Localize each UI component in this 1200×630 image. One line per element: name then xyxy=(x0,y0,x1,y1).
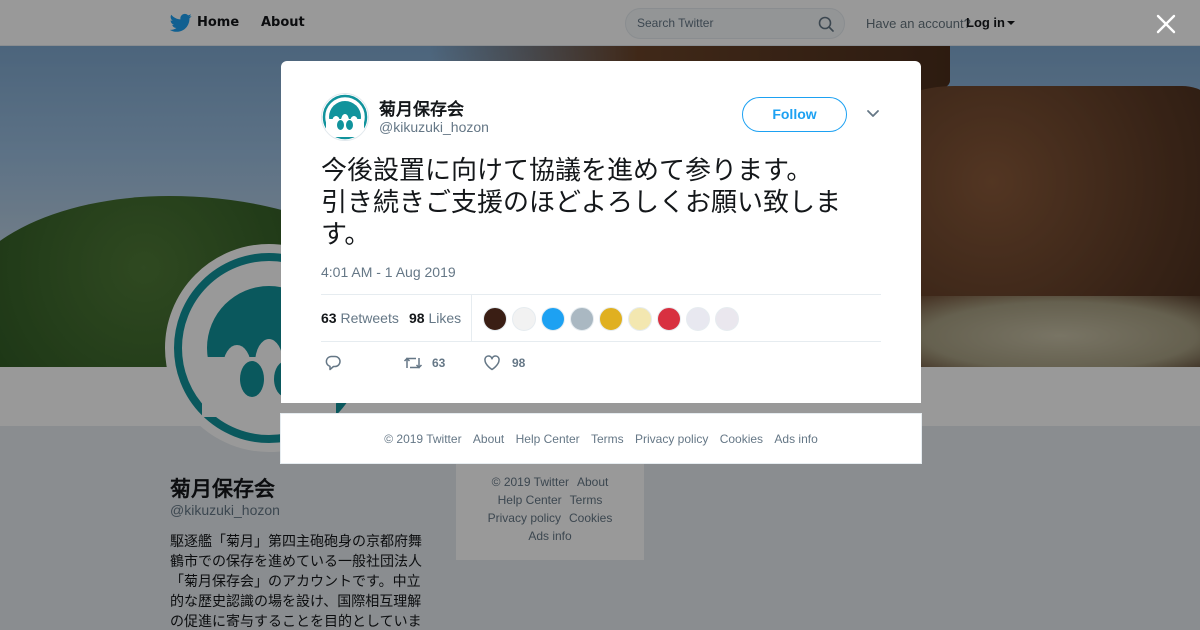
liker-avatar[interactable] xyxy=(628,307,652,331)
chrysanthemum-logo-icon xyxy=(322,94,368,140)
tweet-timestamp[interactable]: 4:01 AM - 1 Aug 2019 xyxy=(321,264,456,280)
tweet-text: 今後設置に向けて協議を進めて参ります。 引き続きご支援のほどよろしくお願い致しま… xyxy=(321,155,887,251)
follow-button[interactable]: Follow xyxy=(742,97,847,132)
liker-avatar[interactable] xyxy=(657,307,681,331)
footer-privacy-link[interactable]: Privacy policy xyxy=(635,432,708,446)
liker-avatar[interactable] xyxy=(541,307,565,331)
footer-about-link[interactable]: About xyxy=(473,432,504,446)
retweets-label: Retweets xyxy=(340,310,399,326)
tweet-stats: 63 Retweets 98 Likes xyxy=(321,294,881,342)
liker-avatar[interactable] xyxy=(715,307,739,331)
likes-label: Likes xyxy=(428,310,462,326)
liker-avatar[interactable] xyxy=(512,307,536,331)
chevron-down-icon[interactable] xyxy=(866,109,880,119)
liker-avatar[interactable] xyxy=(570,307,594,331)
retweets-count: 63 xyxy=(321,310,337,326)
liker-avatar[interactable] xyxy=(686,307,710,331)
tweet-text-content: 今後設置に向けて協議を進めて参ります。 引き続きご支援のほどよろしくお願い致しま… xyxy=(321,156,842,250)
heart-icon xyxy=(484,355,500,371)
likes-count: 98 xyxy=(409,310,425,326)
retweet-action-count: 63 xyxy=(432,356,446,370)
footer-copyright: © 2019 Twitter xyxy=(384,432,462,446)
likes-stat[interactable]: 98 Likes xyxy=(409,310,461,326)
close-icon[interactable] xyxy=(1154,12,1178,36)
tweet-author-handle[interactable]: @kikuzuki_hozon xyxy=(379,119,489,135)
tweet-permalink-modal: 菊月保存会 @kikuzuki_hozon Follow 今後設置に向けて協議を… xyxy=(281,61,921,403)
liker-avatar[interactable] xyxy=(599,307,623,331)
tweet-author-avatar[interactable] xyxy=(321,93,369,141)
retweets-stat[interactable]: 63 Retweets xyxy=(321,310,399,326)
like-action-count: 98 xyxy=(512,356,526,370)
tweet-author-name[interactable]: 菊月保存会 xyxy=(379,95,464,120)
footer-terms-link[interactable]: Terms xyxy=(591,432,624,446)
footer-help-link[interactable]: Help Center xyxy=(516,432,580,446)
footer-cookies-link[interactable]: Cookies xyxy=(720,432,763,446)
footer-ads-link[interactable]: Ads info xyxy=(774,432,817,446)
liker-avatar[interactable] xyxy=(483,307,507,331)
reply-icon xyxy=(325,355,341,371)
retweet-icon xyxy=(403,357,423,369)
modal-footer: © 2019 Twitter About Help Center Terms P… xyxy=(280,413,922,464)
